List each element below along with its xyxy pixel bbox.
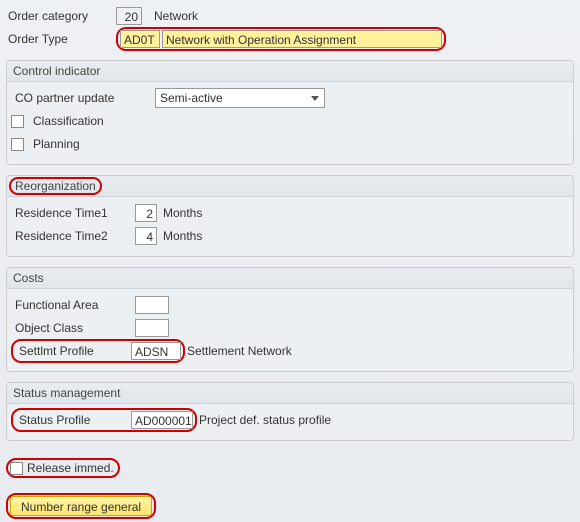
release-immed-row: Release immed. xyxy=(4,457,576,479)
res2-unit: Months xyxy=(163,229,202,243)
order-category-label: Order category xyxy=(4,9,116,23)
planning-label: Planning xyxy=(29,137,80,151)
planning-checkbox[interactable] xyxy=(11,138,24,151)
functional-area-label: Functional Area xyxy=(11,298,135,312)
status-profile-desc: Project def. status profile xyxy=(199,413,331,427)
settlmt-profile-desc: Settlement Network xyxy=(187,344,292,358)
co-partner-select[interactable]: Semi-active xyxy=(155,88,325,108)
group-title-reorganization: Reorganization xyxy=(7,176,573,197)
object-class-label: Object Class xyxy=(11,321,135,335)
object-class-value[interactable] xyxy=(135,319,169,337)
group-control-indicator: Control indicator CO partner update Semi… xyxy=(6,60,574,165)
settlmt-profile-value[interactable]: ADSN xyxy=(131,342,181,360)
status-profile-highlight: Status Profile AD000001 xyxy=(11,408,197,432)
order-category-desc: Network xyxy=(154,9,198,23)
status-profile-label: Status Profile xyxy=(15,413,131,427)
group-title-control-indicator: Control indicator xyxy=(7,61,573,82)
number-range-button[interactable]: Number range general xyxy=(10,496,152,516)
number-range-highlight: Number range general xyxy=(6,493,156,519)
order-type-row: Order Type AD0T Network with Operation A… xyxy=(4,28,576,50)
release-immed-highlight: Release immed. xyxy=(6,458,120,478)
res2-label: Residence Time2 xyxy=(11,229,135,243)
order-category-value: 20 xyxy=(116,7,142,25)
group-costs: Costs Functional Area Object Class Settl… xyxy=(6,267,574,372)
res2-value[interactable]: 4 xyxy=(135,227,157,245)
order-type-highlight: AD0T Network with Operation Assignment xyxy=(116,27,446,51)
classification-label: Classification xyxy=(29,114,104,128)
order-type-value[interactable]: AD0T xyxy=(120,30,160,48)
release-immed-checkbox[interactable] xyxy=(10,462,23,475)
number-range-row: Number range general xyxy=(4,495,576,517)
order-category-row: Order category 20 Network xyxy=(4,5,576,27)
release-immed-label: Release immed. xyxy=(25,461,116,475)
settlmt-profile-label: Settlmt Profile xyxy=(15,344,131,358)
functional-area-value[interactable] xyxy=(135,296,169,314)
group-title-status-mgmt: Status management xyxy=(7,383,573,404)
co-partner-label: CO partner update xyxy=(11,91,155,105)
settlmt-profile-highlight: Settlmt Profile ADSN xyxy=(11,339,185,363)
res1-label: Residence Time1 xyxy=(11,206,135,220)
order-type-label: Order Type xyxy=(4,32,116,46)
res1-unit: Months xyxy=(163,206,202,220)
group-reorganization: Reorganization Residence Time1 2 Months … xyxy=(6,175,574,257)
group-status-mgmt: Status management Status Profile AD00000… xyxy=(6,382,574,441)
status-profile-value[interactable]: AD000001 xyxy=(131,411,193,429)
order-type-desc[interactable]: Network with Operation Assignment xyxy=(162,30,442,48)
group-title-costs: Costs xyxy=(7,268,573,289)
classification-checkbox[interactable] xyxy=(11,115,24,128)
res1-value[interactable]: 2 xyxy=(135,204,157,222)
